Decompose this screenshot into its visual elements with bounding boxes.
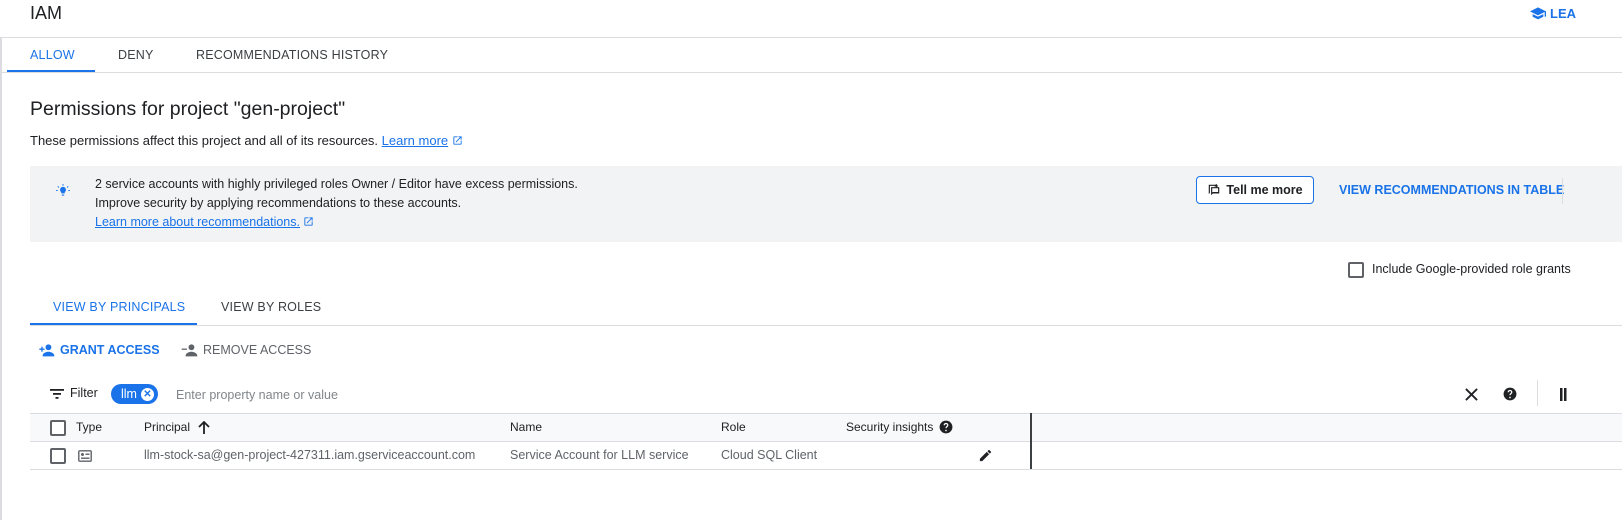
table-header	[30, 413, 1622, 441]
arrow-upward-icon	[198, 420, 210, 434]
permissions-description: These permissions affect this project an…	[30, 133, 463, 148]
filter-separator	[1537, 380, 1538, 406]
tab-deny[interactable]: DENY	[118, 48, 154, 62]
tab-view-by-roles[interactable]: VIEW BY ROLES	[221, 300, 321, 314]
learn-button[interactable]: LEA	[1530, 6, 1576, 21]
clear-filter-button[interactable]	[1462, 385, 1480, 403]
tab-allow[interactable]: ALLOW	[30, 48, 75, 62]
row-checkbox[interactable]	[50, 448, 66, 464]
close-icon[interactable]: ✕	[140, 387, 154, 401]
filter-label: Filter	[70, 386, 98, 400]
person-add-icon	[39, 343, 55, 356]
learn-more-link[interactable]: Learn more	[382, 133, 448, 148]
grant-access-label: GRANT ACCESS	[60, 343, 160, 357]
row-principal: llm-stock-sa@gen-project-427311.iam.gser…	[144, 448, 476, 462]
filter-input[interactable]	[174, 384, 778, 406]
banner-line-2: Improve security by applying recommendat…	[95, 196, 462, 210]
row-role: Cloud SQL Client	[721, 448, 818, 462]
banner-line-1: 2 service accounts with highly privilege…	[95, 177, 578, 191]
column-role[interactable]: Role	[721, 420, 746, 434]
left-rule	[0, 38, 2, 520]
column-display-button[interactable]	[1556, 385, 1568, 403]
feedback-icon	[1209, 184, 1220, 196]
school-icon	[1530, 6, 1546, 19]
tab-recommendations-history[interactable]: RECOMMENDATIONS HISTORY	[196, 48, 388, 62]
person-remove-icon	[181, 343, 198, 356]
column-principal-label: Principal	[144, 420, 191, 434]
view-tabs-divider	[30, 325, 1622, 326]
filter-chip-label: llm	[121, 387, 137, 401]
table-top-border	[30, 413, 1622, 414]
help-icon	[1503, 387, 1517, 401]
column-security-insights[interactable]: Security insights	[846, 420, 953, 434]
service-account-icon	[78, 450, 92, 462]
edit-principal-button[interactable]	[976, 446, 994, 464]
include-google-roles-label: Include Google-provided role grants	[1372, 262, 1571, 276]
banner-separator	[1562, 178, 1563, 204]
tabs-divider	[0, 72, 1622, 73]
edit-icon	[979, 449, 991, 461]
table-header-border	[30, 441, 1622, 442]
learn-label: LEA	[1550, 6, 1576, 21]
tell-me-more-button[interactable]: Tell me more	[1196, 176, 1314, 204]
tell-me-more-label: Tell me more	[1226, 183, 1303, 197]
learn-more-recommendations-link[interactable]: Learn more about recommendations.	[95, 215, 300, 229]
header-divider	[0, 37, 1622, 38]
banner-learn-more: Learn more about recommendations.	[95, 215, 314, 229]
help-button[interactable]	[1501, 385, 1519, 403]
permissions-heading: Permissions for project "gen-project"	[30, 98, 346, 120]
external-link-icon	[453, 136, 462, 145]
row-name: Service Account for LLM service	[510, 448, 689, 462]
remove-access-label: REMOVE ACCESS	[203, 343, 312, 357]
permissions-description-text: These permissions affect this project an…	[30, 133, 379, 148]
view-recommendations-button[interactable]: VIEW RECOMMENDATIONS IN TABLE	[1339, 183, 1564, 197]
select-all-checkbox[interactable]	[50, 420, 66, 436]
column-name[interactable]: Name	[510, 420, 542, 434]
column-principal[interactable]: Principal	[144, 420, 210, 434]
column-type[interactable]: Type	[76, 420, 102, 434]
help-icon[interactable]	[939, 420, 953, 434]
filter-chip[interactable]: llm ✕	[111, 384, 158, 404]
lightbulb-icon	[56, 184, 70, 196]
filter-list-icon	[50, 389, 64, 399]
column-display-icon	[1560, 387, 1567, 401]
close-icon	[1464, 387, 1478, 401]
remove-access-button[interactable]: REMOVE ACCESS	[181, 343, 311, 357]
column-security-insights-label: Security insights	[846, 420, 934, 434]
external-link-icon	[304, 217, 314, 226]
table-row-border	[30, 469, 1622, 470]
include-google-roles-checkbox[interactable]	[1348, 262, 1364, 278]
grant-access-button[interactable]: GRANT ACCESS	[38, 343, 160, 357]
column-resize-handle[interactable]	[1030, 413, 1032, 469]
page-title: IAM	[30, 3, 63, 23]
tab-view-by-principals[interactable]: VIEW BY PRINCIPALS	[53, 300, 185, 314]
